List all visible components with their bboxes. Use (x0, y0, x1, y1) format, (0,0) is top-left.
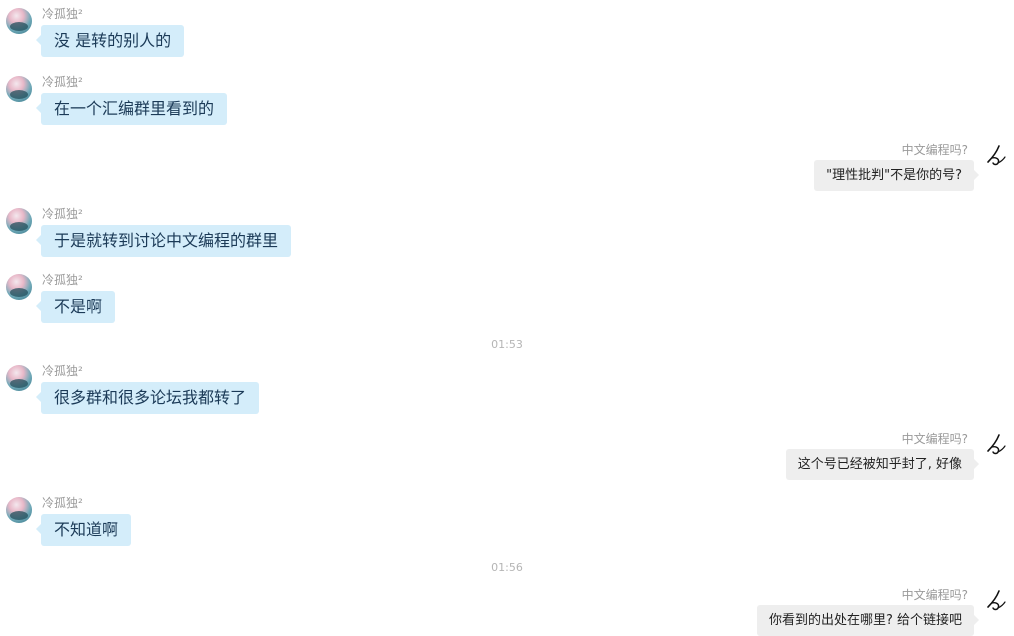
message-bubble[interactable]: 没 是转的别人的 (35, 25, 185, 57)
chat-message-list[interactable]: 冷孤独² 没 是转的别人的 冷孤独² 在一个汇编群里看到的 中文编程吗? "理性… (0, 0, 1014, 636)
contact-avatar-icon[interactable] (6, 8, 32, 34)
message-timestamp: 01:53 (491, 338, 523, 351)
contact-avatar-icon[interactable] (6, 365, 32, 391)
sender-name: 冷孤独² (42, 75, 83, 89)
sender-name: 中文编程吗? (901, 143, 968, 157)
contact-avatar-icon[interactable] (6, 274, 32, 300)
self-avatar-icon[interactable] (982, 588, 1008, 614)
sender-name: 冷孤独² (42, 7, 83, 21)
contact-avatar-icon[interactable] (6, 76, 32, 102)
self-avatar-icon[interactable] (982, 432, 1008, 458)
sender-name: 冷孤独² (42, 364, 83, 378)
sender-name: 冷孤独² (42, 496, 83, 510)
brush-stroke-icon (987, 590, 1006, 611)
sender-name: 冷孤独² (42, 273, 83, 287)
contact-avatar-icon[interactable] (6, 208, 32, 234)
message-bubble[interactable]: 不是啊 (35, 291, 116, 323)
message-bubble[interactable]: 你看到的出处在哪里? 给个链接吧 (756, 605, 980, 636)
message-bubble[interactable]: 这个号已经被知乎封了, 好像 (785, 449, 980, 480)
sender-name: 中文编程吗? (901, 432, 968, 446)
sender-name: 中文编程吗? (901, 588, 968, 602)
contact-avatar-icon[interactable] (6, 497, 32, 523)
brush-stroke-icon (987, 145, 1006, 166)
message-bubble[interactable]: "理性批判"不是你的号? (814, 160, 979, 191)
message-timestamp: 01:56 (491, 561, 523, 574)
self-avatar-icon[interactable] (982, 143, 1008, 169)
sender-name: 冷孤独² (42, 207, 83, 221)
message-bubble[interactable]: 于是就转到讨论中文编程的群里 (35, 225, 292, 257)
message-bubble[interactable]: 在一个汇编群里看到的 (35, 93, 228, 125)
brush-stroke-icon (987, 434, 1006, 455)
message-bubble[interactable]: 不知道啊 (35, 514, 132, 546)
message-bubble[interactable]: 很多群和很多论坛我都转了 (35, 382, 260, 414)
